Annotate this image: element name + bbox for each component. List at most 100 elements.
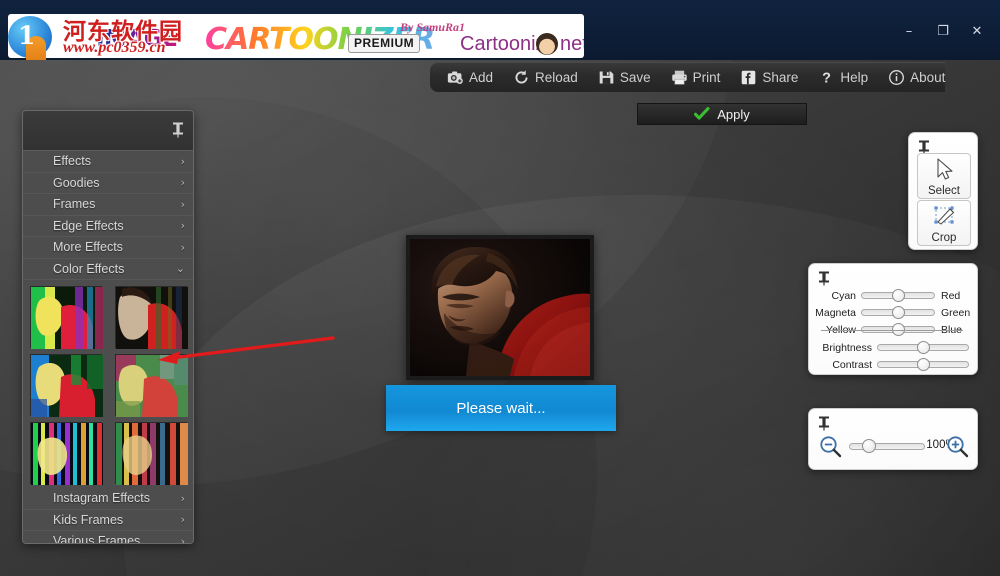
crop-icon	[934, 206, 955, 225]
toolbar-about-label: About	[910, 69, 946, 85]
slider-knob[interactable]	[892, 289, 905, 302]
toolbar-print-button[interactable]: Print	[668, 67, 724, 88]
info-icon	[889, 69, 905, 85]
toolbar-save-button[interactable]: Save	[595, 67, 654, 88]
pushpin-icon[interactable]	[172, 122, 184, 138]
cyan-red-row: Cyan Red	[809, 288, 979, 303]
camera-icon	[447, 71, 463, 84]
minimize-button[interactable]: –	[892, 18, 926, 44]
magnifier-minus-icon[interactable]	[819, 435, 842, 458]
sidebar-item-color-effects[interactable]: Color Effects ⌄	[23, 258, 193, 280]
sidebar-item-effects[interactable]: Effects ›	[23, 151, 193, 173]
sidebar-item-label: Frames	[53, 197, 96, 212]
zoom-slider[interactable]	[849, 439, 925, 453]
logo-byline: By SamuRa1	[400, 20, 466, 34]
thumb-preview	[115, 423, 188, 485]
sidebar-item-label: Instagram Effects	[53, 491, 151, 506]
crop-tool-button[interactable]: Crop	[917, 200, 971, 246]
sidebar-item-label: More Effects	[53, 240, 123, 255]
thumb-preview	[115, 355, 188, 417]
chevron-right-icon: ›	[180, 240, 185, 254]
cartoon-face-icon	[536, 33, 558, 55]
slider-knob[interactable]	[917, 341, 930, 354]
thumb-preview	[30, 423, 103, 485]
green-label: Green	[941, 306, 971, 319]
apply-label: Apply	[717, 106, 750, 122]
color-effect-thumb-6[interactable]	[114, 422, 188, 485]
please-wait-label: Please wait...	[456, 399, 546, 417]
color-effect-thumb-3[interactable]	[29, 354, 103, 417]
sidebar-item-more-effects[interactable]: More Effects ›	[23, 237, 193, 259]
slider-knob[interactable]	[917, 358, 930, 371]
chevron-right-icon: ›	[180, 534, 185, 544]
toolbar-add-button[interactable]: Add	[444, 67, 496, 88]
chevron-right-icon: ›	[180, 197, 185, 211]
logo-badge-premium: PREMIUM	[348, 34, 421, 53]
pushpin-icon[interactable]	[818, 271, 830, 286]
color-effect-thumb-2[interactable]	[114, 286, 188, 349]
svg-text:?: ?	[822, 70, 831, 85]
maximize-button[interactable]: ❐	[926, 18, 960, 44]
brightness-label: Brightness	[822, 341, 872, 354]
sidebar-item-frames[interactable]: Frames ›	[23, 194, 193, 216]
question-icon: ?	[822, 70, 831, 85]
printer-icon	[671, 70, 687, 85]
sidebar-item-label: Goodies	[53, 175, 100, 190]
title-bar: IMAGE CARTOONIZER PREMIUM By SamuRa1 Car…	[0, 0, 1000, 66]
brightness-slider[interactable]	[877, 341, 969, 354]
tools-panel: Select Crop	[908, 132, 978, 250]
effects-sidebar: Effects › Goodies › Frames › Edge Effect…	[22, 110, 194, 544]
sidebar-item-instagram-effects[interactable]: Instagram Effects ›	[23, 488, 193, 510]
pushpin-icon[interactable]	[818, 416, 830, 431]
floppy-icon	[599, 71, 614, 83]
magnifier-plus-icon[interactable]	[946, 435, 969, 458]
contrast-slider[interactable]	[877, 358, 969, 371]
thumb-preview	[115, 287, 188, 349]
thumb-preview	[30, 355, 103, 417]
sidebar-item-goodies[interactable]: Goodies ›	[23, 172, 193, 194]
toolbar-about-button[interactable]: About	[885, 67, 948, 88]
apply-button[interactable]: Apply	[637, 103, 807, 125]
sidebar-item-edge-effects[interactable]: Edge Effects ›	[23, 215, 193, 237]
image-preview-frame[interactable]	[406, 235, 594, 380]
contrast-row: Contrast	[809, 357, 979, 372]
toolbar-share-label: Share	[762, 69, 799, 85]
chevron-right-icon: ›	[180, 513, 185, 527]
toolbar-share-button[interactable]: Share	[737, 67, 801, 88]
slider-knob[interactable]	[892, 306, 905, 319]
thumb-preview	[30, 287, 103, 349]
app-window: IMAGE CARTOONIZER PREMIUM By SamuRa1 Car…	[0, 0, 1000, 576]
sidebar-item-label: Edge Effects	[53, 218, 124, 233]
chevron-right-icon: ›	[180, 176, 185, 190]
toolbar-help-button[interactable]: ? Help	[815, 67, 871, 88]
red-label: Red	[941, 289, 961, 302]
chevron-right-icon: ›	[180, 154, 185, 168]
color-effect-thumb-1[interactable]	[29, 286, 103, 349]
select-tool-button[interactable]: Select	[917, 153, 971, 199]
magenta-label: Magneta	[815, 306, 856, 319]
magenta-green-row: Magneta Green	[809, 305, 979, 320]
sidebar-item-kids-frames[interactable]: Kids Frames ›	[23, 509, 193, 531]
cursor-arrow-icon	[937, 158, 953, 180]
brightness-row: Brightness	[809, 340, 979, 355]
toolbar-reload-button[interactable]: Reload	[510, 67, 581, 88]
toolbar-save-label: Save	[619, 69, 651, 85]
logo-site-right: net	[560, 33, 584, 55]
chevron-down-icon: ⌄	[175, 262, 185, 276]
sidebar-item-various-frames[interactable]: Various Frames ›	[23, 531, 193, 544]
sidebar-item-label: Kids Frames	[53, 512, 124, 527]
close-button[interactable]: ✕	[960, 18, 994, 44]
toolbar-print-label: Print	[692, 69, 721, 85]
watermark-url: www.pc0359.cn	[63, 39, 166, 56]
main-toolbar: Add Reload Save Print Share ? Help About	[430, 62, 945, 92]
color-effect-thumb-4[interactable]	[114, 354, 188, 417]
toolbar-reload-label: Reload	[535, 69, 578, 85]
slider-knob[interactable]	[861, 439, 876, 453]
cyan-red-slider[interactable]	[861, 289, 935, 302]
sidebar-header	[23, 111, 193, 151]
crop-tool-label: Crop	[931, 232, 957, 244]
magenta-green-slider[interactable]	[861, 306, 935, 319]
sidebar-item-label: Various Frames	[53, 534, 141, 544]
color-effect-thumb-5[interactable]	[29, 422, 103, 485]
panel-divider	[821, 330, 963, 331]
